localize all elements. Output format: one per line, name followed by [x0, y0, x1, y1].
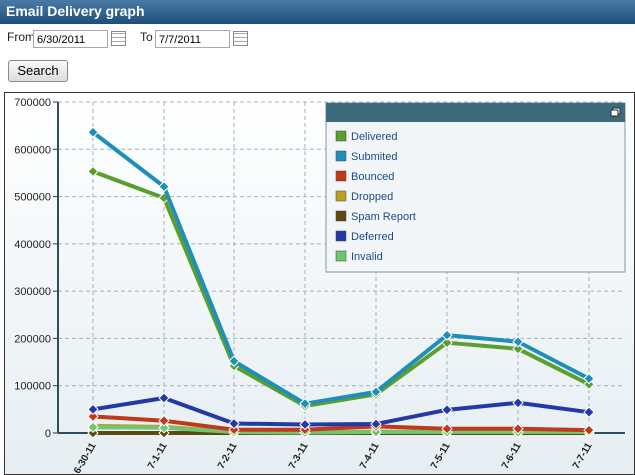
legend-swatch — [335, 150, 347, 162]
x-tick-label: 7-5-11 — [429, 441, 453, 471]
legend-swatch — [335, 130, 347, 142]
legend-header — [326, 103, 625, 122]
legend-label[interactable]: Delivered — [351, 131, 397, 143]
legend-label[interactable]: Bounced — [351, 171, 394, 183]
legend-label[interactable]: Submited — [351, 151, 397, 163]
y-tick-label: 300000 — [14, 286, 51, 298]
legend-swatch — [335, 230, 347, 242]
y-tick-label: 600000 — [14, 144, 51, 156]
legend-swatch — [335, 170, 347, 182]
x-tick-label: 7-2-11 — [216, 441, 240, 471]
data-point[interactable] — [228, 417, 240, 430]
legend-label[interactable]: Dropped — [351, 191, 393, 203]
data-point[interactable] — [87, 165, 99, 178]
x-tick-label: 7-1-11 — [146, 441, 170, 471]
line-chart: 0 100000 200000 300000 400000 500000 600000 700… — [14, 97, 626, 475]
data-point[interactable] — [158, 414, 170, 427]
data-point[interactable] — [512, 397, 524, 409]
legend-swatch — [335, 250, 347, 262]
x-tick-label: 7-6-11 — [500, 441, 524, 471]
x-tick-label: 7-7-11 — [571, 441, 595, 471]
legend-swatch — [335, 190, 347, 202]
y-tick-label: 100000 — [14, 381, 51, 393]
data-point[interactable] — [87, 403, 99, 416]
x-tick-label: 7-3-11 — [287, 441, 311, 471]
y-tick-label: 700000 — [14, 97, 51, 109]
legend-label[interactable]: Deferred — [351, 231, 394, 243]
legend-label[interactable]: Invalid — [351, 251, 383, 263]
y-tick-label: 500000 — [14, 192, 51, 204]
data-point[interactable] — [158, 392, 170, 404]
y-tick-label: 400000 — [14, 239, 51, 251]
legend-label[interactable]: Spam Report — [351, 211, 416, 223]
x-tick-label: 6-30-11 — [72, 441, 99, 475]
legend-box — [325, 102, 626, 273]
y-tick-label: 0 — [45, 428, 51, 440]
data-point[interactable] — [583, 406, 595, 418]
legend-swatch — [335, 210, 347, 222]
y-tick-label: 200000 — [14, 333, 51, 345]
x-tick-label: 7-4-11 — [358, 441, 382, 471]
data-point[interactable] — [441, 404, 453, 416]
